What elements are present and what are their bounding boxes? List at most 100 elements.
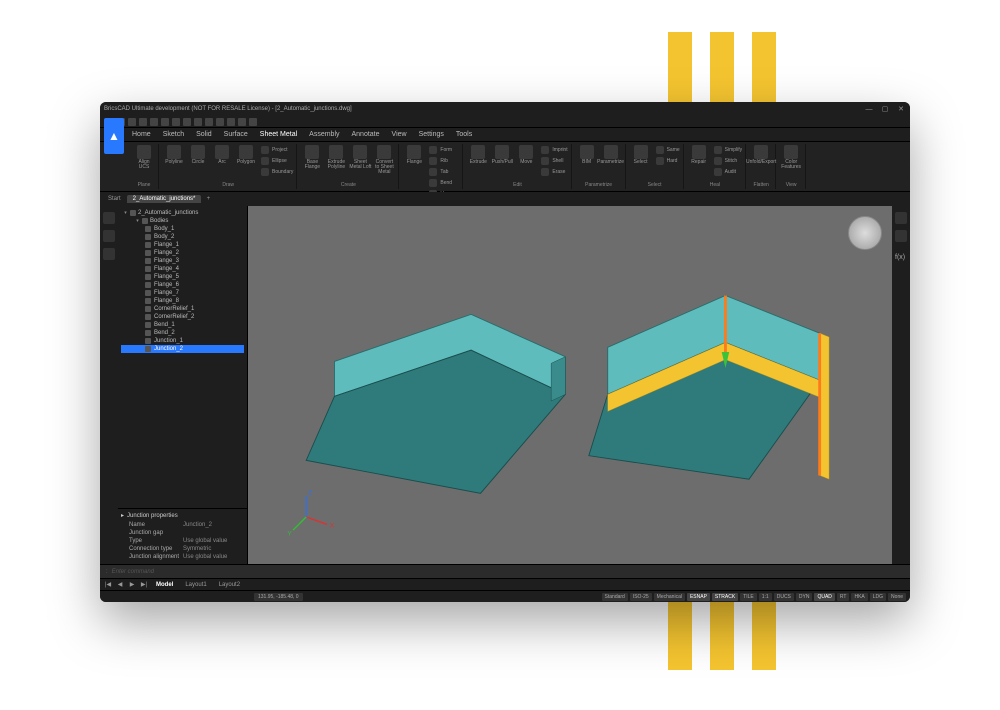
ribbon-circle[interactable]: Circle: [187, 145, 209, 177]
ribbon-stitch[interactable]: Stitch: [714, 156, 743, 166]
ribbon-polygon[interactable]: Polygon: [235, 145, 257, 177]
tree-item-flange_8[interactable]: Flange_8: [121, 297, 244, 305]
ribbon-shell[interactable]: Shell: [541, 156, 567, 166]
menu-annotate[interactable]: Annotate: [352, 131, 380, 138]
tree-item-flange_2[interactable]: Flange_2: [121, 249, 244, 257]
close-button[interactable]: ✕: [896, 104, 906, 114]
ribbon-audit[interactable]: Audit: [714, 167, 743, 177]
layout-nav[interactable]: |◀: [104, 581, 112, 588]
qat-icon[interactable]: [194, 118, 202, 126]
status-dyn[interactable]: DYN: [796, 593, 813, 601]
tree-item-bend_2[interactable]: Bend_2: [121, 329, 244, 337]
ribbon-arc[interactable]: Arc: [211, 145, 233, 177]
prop-type[interactable]: TypeUse global value: [121, 537, 244, 545]
tree-item-flange_7[interactable]: Flange_7: [121, 289, 244, 297]
status-ldg[interactable]: LDG: [870, 593, 886, 601]
right-tool-icon[interactable]: f(x): [895, 254, 907, 266]
tree-item-flange_5[interactable]: Flange_5: [121, 273, 244, 281]
tree-item-body_1[interactable]: Body_1: [121, 225, 244, 233]
command-line[interactable]: : Enter command: [100, 564, 910, 578]
qat-icon[interactable]: [205, 118, 213, 126]
minimize-button[interactable]: —: [864, 104, 874, 114]
ribbon-push-pull[interactable]: Push/Pull: [491, 145, 513, 177]
qat-icon[interactable]: [249, 118, 257, 126]
status-mechanical[interactable]: Mechanical: [654, 593, 685, 601]
tree-item-bend_1[interactable]: Bend_1: [121, 321, 244, 329]
prop-name[interactable]: NameJunction_2: [121, 521, 244, 529]
left-tool-icon[interactable]: [103, 230, 115, 242]
tree-item-junction_1[interactable]: Junction_1: [121, 337, 244, 345]
status-standard[interactable]: Standard: [602, 593, 628, 601]
prop-connection-type[interactable]: Connection typeSymmetric: [121, 545, 244, 553]
tree-item-cornerrelief_2[interactable]: CornerRelief_2: [121, 313, 244, 321]
tree-item-junction_2[interactable]: Junction_2: [121, 345, 244, 353]
ribbon-boundary[interactable]: Boundary: [261, 167, 293, 177]
ribbon-sheet-metal-loft[interactable]: Sheet Metal Loft: [349, 145, 371, 175]
status-iso-25[interactable]: ISO-25: [630, 593, 652, 601]
tree-item-body_2[interactable]: Body_2: [121, 233, 244, 241]
tree-item-flange_1[interactable]: Flange_1: [121, 241, 244, 249]
ribbon-convert-to-sheet-metal[interactable]: Convert to Sheet Metal: [373, 145, 395, 175]
qat-icon[interactable]: [216, 118, 224, 126]
menu-solid[interactable]: Solid: [196, 131, 212, 138]
ribbon-polyline[interactable]: Polyline: [163, 145, 185, 177]
qat-icon[interactable]: [139, 118, 147, 126]
ribbon-extrude[interactable]: Extrude: [467, 145, 489, 177]
start-tab[interactable]: Start: [104, 196, 125, 202]
layout-nav[interactable]: ▶|: [140, 581, 148, 588]
layout-nav[interactable]: ◀: [116, 581, 124, 588]
ribbon-hard[interactable]: Hard: [656, 156, 680, 166]
menu-assembly[interactable]: Assembly: [309, 131, 339, 138]
ribbon-parametrize[interactable]: Parametrize: [600, 145, 622, 165]
status-esnap[interactable]: ESNAP: [687, 593, 710, 601]
ribbon-bim[interactable]: BIM: [576, 145, 598, 165]
ribbon-align-ucs[interactable]: Align UCS: [133, 145, 155, 170]
document-tab[interactable]: 2_Automatic_junctions*: [127, 195, 202, 203]
status-none[interactable]: None: [888, 593, 906, 601]
right-tool-icon[interactable]: [895, 212, 907, 224]
left-tool-icon[interactable]: [103, 212, 115, 224]
menu-tools[interactable]: Tools: [456, 131, 472, 138]
maximize-button[interactable]: ▢: [880, 104, 890, 114]
qat-icon[interactable]: [172, 118, 180, 126]
status-ducs[interactable]: DUCS: [774, 593, 794, 601]
left-tool-icon[interactable]: [103, 248, 115, 260]
ribbon-select[interactable]: Select: [630, 145, 652, 166]
viewport[interactable]: X Y Z: [248, 206, 892, 564]
ribbon-extrude-polyline[interactable]: Extrude Polyline: [325, 145, 347, 175]
ribbon-same[interactable]: Same: [656, 145, 680, 155]
qat-icon[interactable]: [227, 118, 235, 126]
status-quad[interactable]: QUAD: [814, 593, 834, 601]
tree-item-flange_6[interactable]: Flange_6: [121, 281, 244, 289]
tree-group-bodies[interactable]: ▾Bodies: [121, 217, 244, 225]
ribbon-simplify[interactable]: Simplify: [714, 145, 743, 155]
menu-settings[interactable]: Settings: [419, 131, 444, 138]
ribbon-imprint[interactable]: Imprint: [541, 145, 567, 155]
ribbon-tab[interactable]: Tab: [429, 167, 459, 177]
right-tool-icon[interactable]: [895, 230, 907, 242]
layout-tab-model[interactable]: Model: [152, 582, 177, 588]
ribbon-color-features[interactable]: Color Features: [780, 145, 802, 170]
ribbon-base-flange[interactable]: Base Flange: [301, 145, 323, 175]
menu-surface[interactable]: Surface: [224, 131, 248, 138]
layout-tab-layout2[interactable]: Layout2: [215, 582, 244, 588]
tree-item-cornerrelief_1[interactable]: CornerRelief_1: [121, 305, 244, 313]
layout-nav[interactable]: ▶: [128, 581, 136, 588]
status-strack[interactable]: STRACK: [712, 593, 738, 601]
menu-home[interactable]: Home: [132, 131, 151, 138]
qat-icon[interactable]: [161, 118, 169, 126]
status-hka[interactable]: HKA: [851, 593, 867, 601]
qat-icon[interactable]: [128, 118, 136, 126]
status-1-1[interactable]: 1:1: [759, 593, 772, 601]
prop-junction-gap[interactable]: Junction gap: [121, 529, 244, 537]
layout-tab-layout1[interactable]: Layout1: [181, 582, 210, 588]
ribbon-ellipse[interactable]: Ellipse: [261, 156, 293, 166]
qat-icon[interactable]: [238, 118, 246, 126]
ribbon-unfold-export[interactable]: Unfold/Export: [750, 145, 772, 165]
ribbon-repair[interactable]: Repair: [688, 145, 710, 177]
tree-root[interactable]: ▾2_Automatic_junctions: [121, 209, 244, 217]
ribbon-move[interactable]: Move: [515, 145, 537, 177]
ribbon-rib[interactable]: Rib: [429, 156, 459, 166]
new-tab-button[interactable]: +: [203, 196, 213, 202]
status-rt[interactable]: RT: [837, 593, 850, 601]
